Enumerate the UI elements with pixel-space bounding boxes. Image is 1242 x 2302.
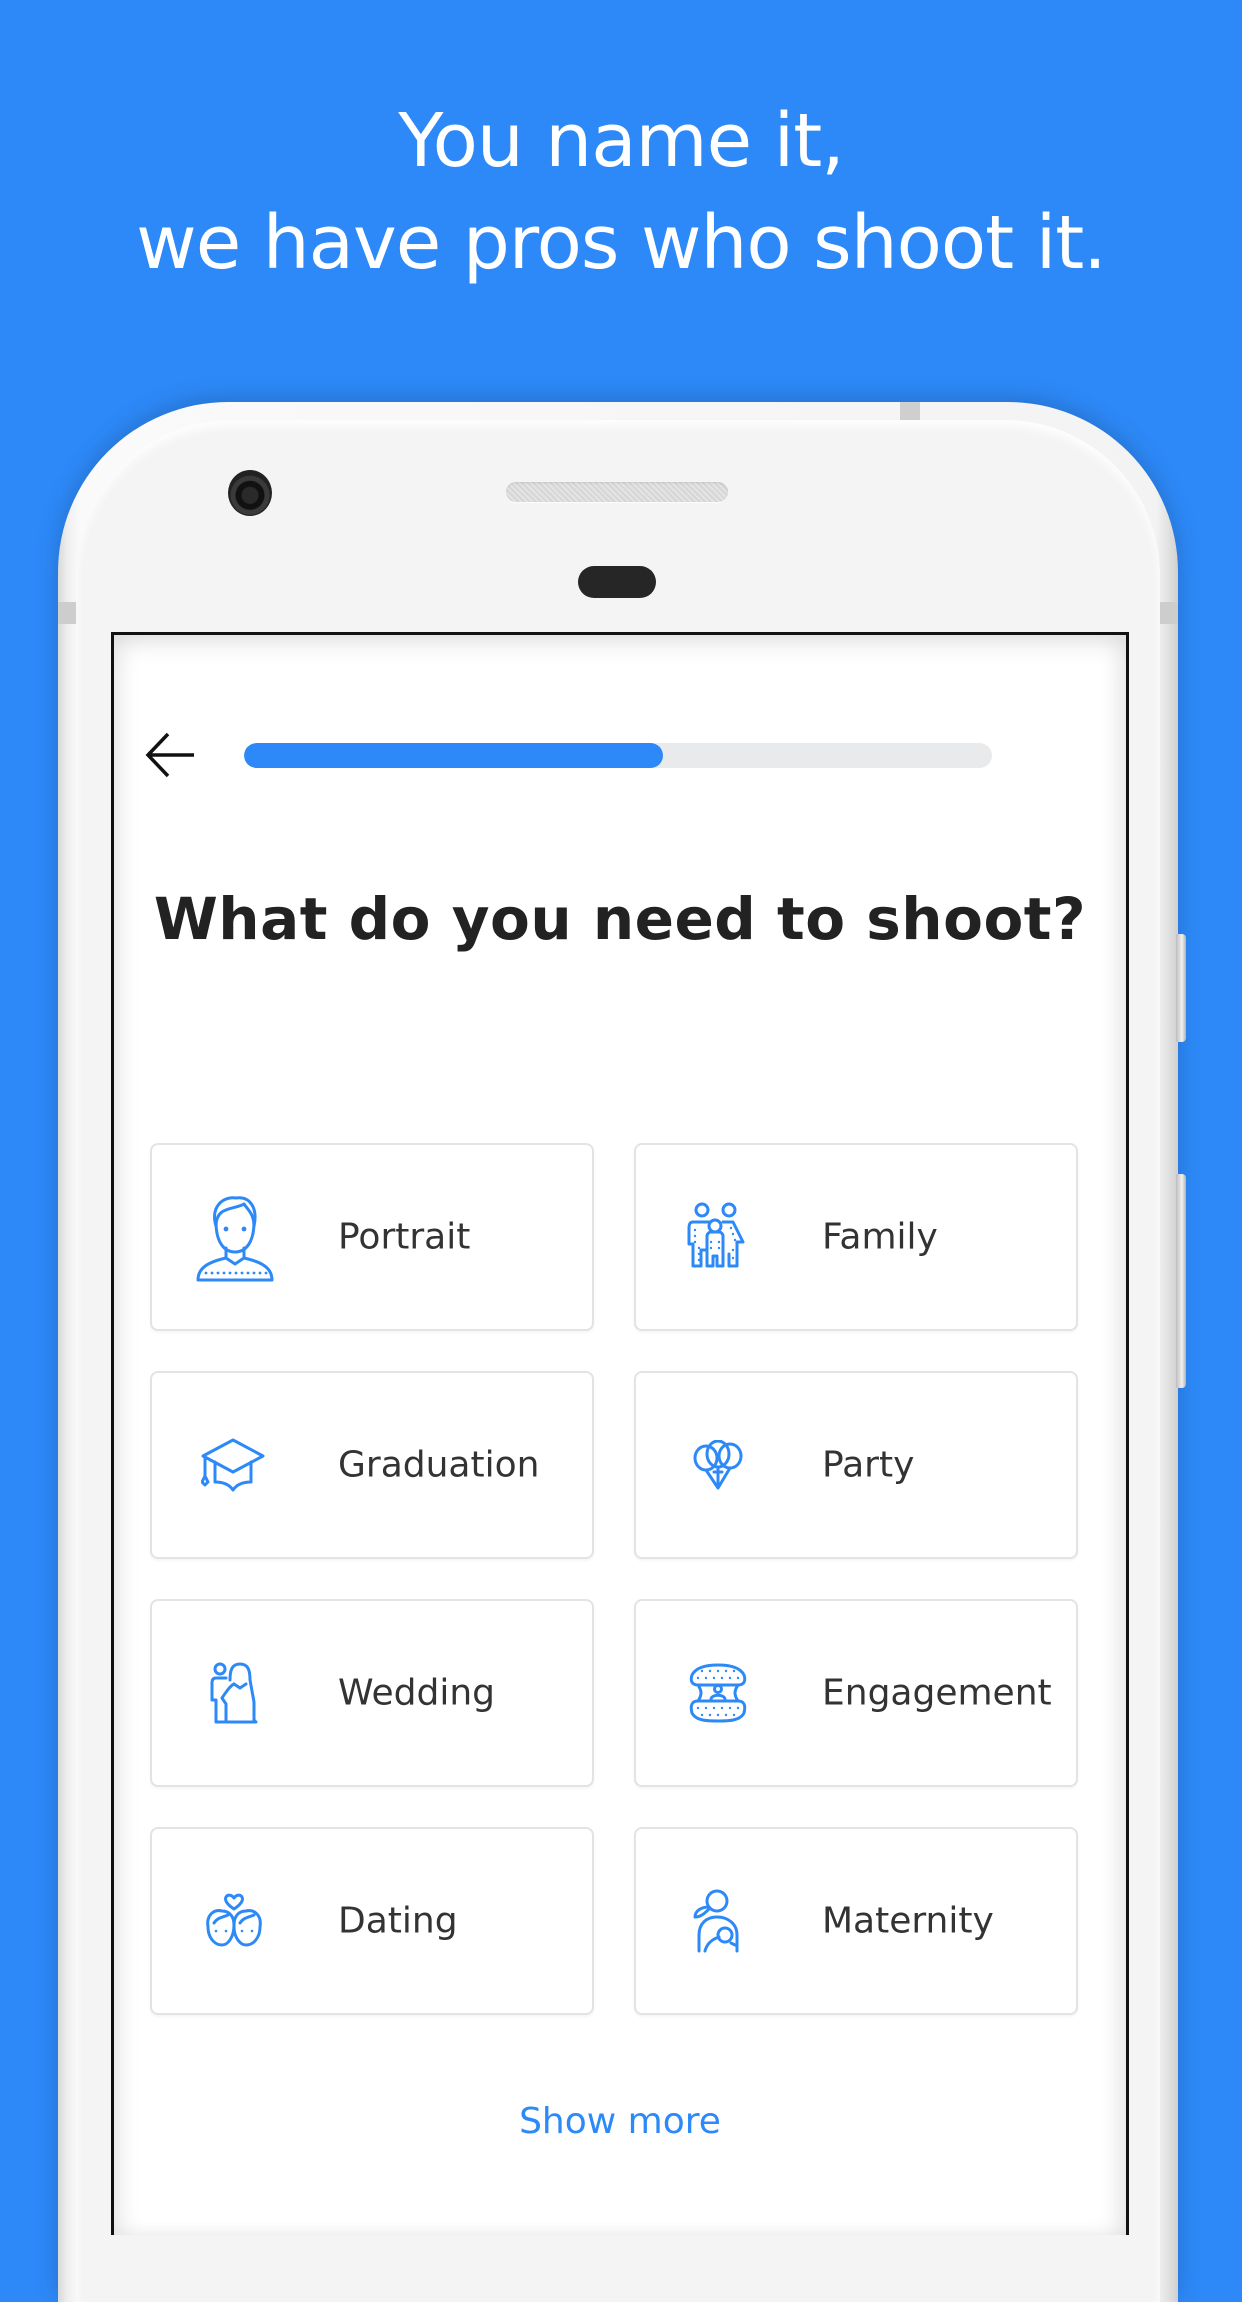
back-button[interactable] xyxy=(140,727,200,783)
category-card-maternity[interactable]: Maternity xyxy=(634,1827,1078,2015)
category-label: Dating xyxy=(338,1900,458,1942)
balloons-icon xyxy=(678,1423,758,1507)
category-label: Family xyxy=(822,1216,938,1258)
category-card-portrait[interactable]: Portrait xyxy=(150,1143,594,1331)
category-label: Engagement xyxy=(822,1672,1052,1714)
earpiece-speaker xyxy=(506,482,728,502)
category-label: Graduation xyxy=(338,1444,540,1486)
promo-headline: You name it, we have pros who shoot it. xyxy=(0,90,1242,294)
phone-antenna-band-left xyxy=(58,602,76,624)
ring-box-icon xyxy=(678,1651,758,1735)
couple-heart-icon xyxy=(194,1879,274,1963)
app-screen: What do you need to shoot? Portrait Fami… xyxy=(111,632,1129,2235)
category-card-graduation[interactable]: Graduation xyxy=(150,1371,594,1559)
category-label: Wedding xyxy=(338,1672,496,1714)
proximity-sensor xyxy=(578,566,656,598)
category-card-family[interactable]: Family xyxy=(634,1143,1078,1331)
category-label: Portrait xyxy=(338,1216,471,1258)
phone-antenna-band-right xyxy=(1160,602,1178,624)
category-card-engagement[interactable]: Engagement xyxy=(634,1599,1078,1787)
arrow-left-icon xyxy=(145,732,194,778)
family-icon xyxy=(678,1195,758,1279)
progress-bar xyxy=(244,743,992,768)
phone-antenna-line xyxy=(900,402,920,422)
show-more-link[interactable]: Show more xyxy=(114,2101,1126,2142)
mother-baby-icon xyxy=(678,1879,758,1963)
wedding-couple-icon xyxy=(194,1651,274,1735)
category-grid: Portrait Family Graduation Party Wedding… xyxy=(150,1143,1090,2015)
category-card-party[interactable]: Party xyxy=(634,1371,1078,1559)
graduation-cap-icon xyxy=(194,1423,274,1507)
headline-line-1: You name it, xyxy=(398,98,845,184)
category-label: Party xyxy=(822,1444,915,1486)
phone-power-button xyxy=(1176,934,1186,1042)
category-card-dating[interactable]: Dating xyxy=(150,1827,594,2015)
portrait-icon xyxy=(194,1195,274,1282)
category-card-wedding[interactable]: Wedding xyxy=(150,1599,594,1787)
page-title: What do you need to shoot? xyxy=(153,885,1087,953)
progress-bar-fill xyxy=(244,743,663,768)
headline-line-2: we have pros who shoot it. xyxy=(136,200,1107,286)
category-label: Maternity xyxy=(822,1900,994,1942)
front-camera-icon xyxy=(228,470,272,516)
phone-volume-button xyxy=(1176,1174,1186,1388)
